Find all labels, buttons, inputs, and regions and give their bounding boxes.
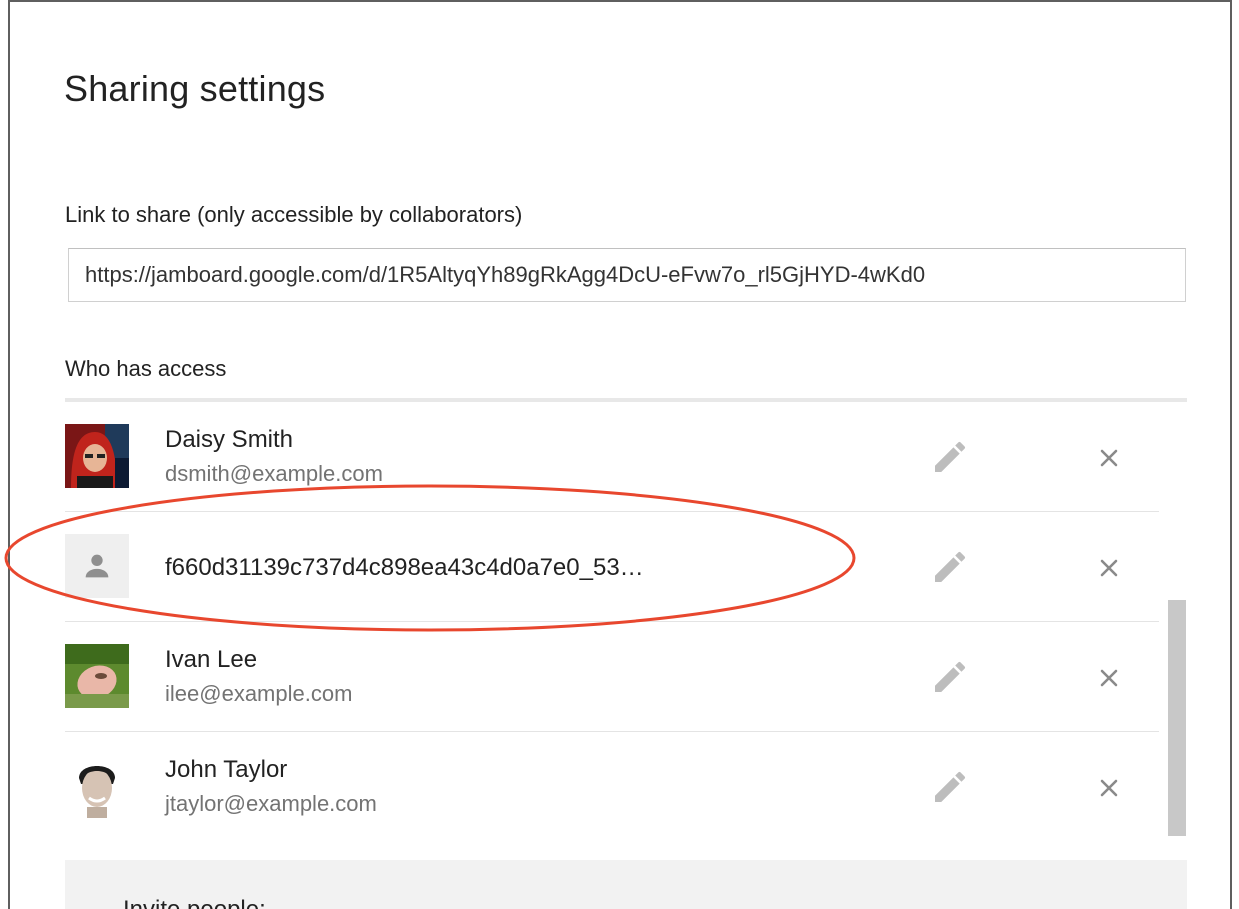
person-email: ilee@example.com bbox=[165, 681, 353, 706]
remove-person-button[interactable] bbox=[1089, 548, 1129, 588]
pencil-icon bbox=[935, 441, 966, 472]
person-name: f660d31139c737d4c898ea43c4d0a7e0_53… bbox=[165, 554, 644, 581]
edit-permission-button[interactable] bbox=[927, 764, 973, 810]
invite-people-label: Invite people: bbox=[123, 896, 266, 909]
generic-avatar bbox=[65, 534, 129, 598]
share-link-input[interactable] bbox=[68, 248, 1186, 302]
access-list: Daisy Smith dsmith@example.com f660d3113… bbox=[65, 398, 1187, 840]
person-name: Daisy Smith bbox=[165, 426, 294, 453]
edit-permission-button[interactable] bbox=[927, 544, 973, 590]
invite-people-panel: Invite people: bbox=[65, 860, 1187, 909]
close-icon bbox=[1100, 779, 1118, 797]
avatar-ivan-lee bbox=[65, 644, 129, 708]
close-icon bbox=[1100, 669, 1118, 687]
pencil-icon bbox=[935, 551, 966, 582]
remove-person-button[interactable] bbox=[1089, 768, 1129, 808]
access-row-john-taylor: John Taylor jtaylor@example.com bbox=[65, 732, 1159, 840]
access-row-ivan-lee: Ivan Lee ilee@example.com bbox=[65, 622, 1159, 732]
dialog-title: Sharing settings bbox=[64, 68, 326, 109]
person-icon bbox=[85, 554, 109, 578]
edit-permission-button[interactable] bbox=[927, 654, 973, 700]
person-email: jtaylor@example.com bbox=[165, 791, 377, 816]
access-list-scrollbar[interactable] bbox=[1168, 398, 1186, 840]
pencil-icon bbox=[935, 661, 966, 692]
edit-permission-button[interactable] bbox=[927, 434, 973, 480]
person-name: John Taylor bbox=[165, 756, 288, 783]
who-has-access-label: Who has access bbox=[65, 356, 227, 381]
person-name: Ivan Lee bbox=[165, 646, 258, 673]
sharing-settings-dialog: Sharing settings Link to share (only acc… bbox=[8, 0, 1232, 909]
close-icon bbox=[1100, 559, 1118, 577]
remove-person-button[interactable] bbox=[1089, 658, 1129, 698]
close-icon bbox=[1100, 449, 1118, 467]
avatar-john-taylor bbox=[65, 754, 129, 818]
scrollbar-thumb[interactable] bbox=[1168, 600, 1186, 836]
access-row-daisy-smith: Daisy Smith dsmith@example.com bbox=[65, 402, 1159, 512]
remove-person-button[interactable] bbox=[1089, 438, 1129, 478]
pencil-icon bbox=[935, 771, 966, 802]
avatar-daisy-smith bbox=[65, 424, 129, 488]
link-to-share-label: Link to share (only accessible by collab… bbox=[65, 202, 523, 227]
person-email: dsmith@example.com bbox=[165, 461, 383, 486]
access-row-anonymous-user: f660d31139c737d4c898ea43c4d0a7e0_53… bbox=[65, 512, 1159, 622]
